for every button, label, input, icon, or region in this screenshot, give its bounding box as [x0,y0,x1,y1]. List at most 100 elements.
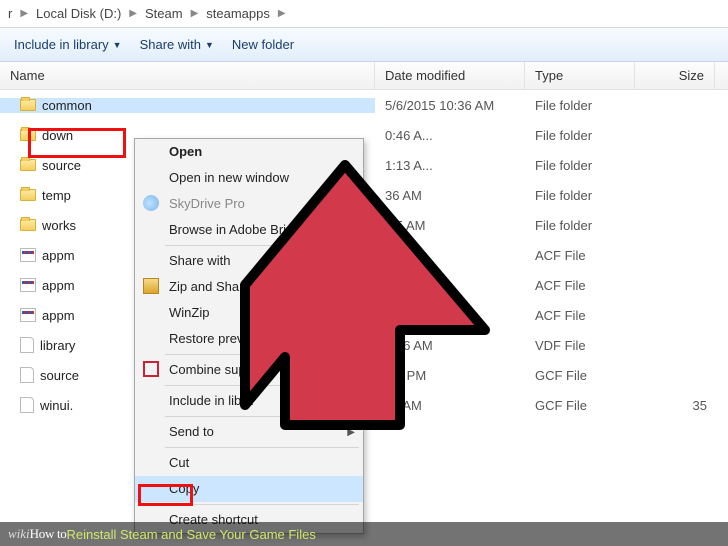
file-icon [20,367,34,383]
table-row[interactable]: works :45 AMFile folder [0,210,728,240]
file-date: 1:13 A... [375,158,525,173]
file-icon [20,397,34,413]
table-row[interactable]: down 0:46 A...File folder [0,120,728,150]
menu-item[interactable]: Cut [135,450,363,476]
menu-item[interactable]: Combine supporte [135,357,363,383]
file-type: File folder [525,128,635,143]
folder-icon [20,99,36,111]
file-date: 10:04 [375,248,525,263]
column-type[interactable]: Type [525,62,635,89]
file-type: ACF File [525,278,635,293]
menu-item[interactable]: SkyDrive Pro▶ [135,191,363,217]
file-date: 5/6/2015 10:36 AM [375,98,525,113]
column-date[interactable]: Date modified [375,62,525,89]
caret-down-icon: ▼ [113,40,122,50]
chevron-right-icon: ▶ [347,305,355,323]
file-name: down [42,128,73,143]
include-in-library-button[interactable]: Include in library▼ [14,37,122,52]
file-type: VDF File [525,338,635,353]
chevron-right-icon: ▶ [129,8,137,19]
breadcrumb-item[interactable]: Steam [143,4,185,23]
breadcrumb[interactable]: r ▶ Local Disk (D:) ▶ Steam ▶ steamapps … [0,0,728,28]
column-headers: Name Date modified Type Size [0,62,728,90]
file-name: appm [42,308,75,323]
file-name: source [42,158,81,173]
acf-icon [20,308,36,322]
caption-how: How to [30,526,67,542]
file-date: :45 AM [375,218,525,233]
toolbar: Include in library▼ Share with▼ New fold… [0,28,728,62]
file-type: File folder [525,98,635,113]
breadcrumb-item[interactable]: r [6,4,14,23]
file-date: 36 AM [375,398,525,413]
menu-item[interactable]: Zip and Share (WinZip Exp [135,274,363,300]
acf-icon [20,248,36,262]
table-row[interactable]: appm10:04ACF File [0,240,728,270]
folder-icon [20,219,36,231]
acf-icon [20,278,36,292]
file-name: appm [42,278,75,293]
share-with-button[interactable]: Share with▼ [140,37,214,52]
menu-item[interactable]: Copy [135,476,363,502]
combine-icon [143,361,159,377]
file-type: File folder [525,158,635,173]
chevron-right-icon: ▶ [278,8,286,19]
file-type: File folder [525,218,635,233]
chevron-right-icon: ▶ [347,253,355,271]
table-row[interactable]: appm ACF File [0,270,728,300]
chevron-right-icon: ▶ [20,8,28,19]
file-type: ACF File [525,308,635,323]
folder-icon [20,129,36,141]
skydrive-icon [143,195,159,211]
file-icon [20,337,34,353]
chevron-right-icon: ▶ [347,393,355,411]
breadcrumb-item[interactable]: steamapps [204,4,272,23]
caret-down-icon: ▼ [205,40,214,50]
table-row[interactable]: common 5/6/2015 10:36 AMFile folder [0,90,728,120]
menu-item[interactable]: Open [135,139,363,165]
file-size: 35 [635,398,715,413]
table-row[interactable]: source :43 PMGCF File [0,360,728,390]
file-type: File folder [525,188,635,203]
folder-icon [20,189,36,201]
file-name: source [40,368,79,383]
table-row[interactable]: temp36 AMFile folder [0,180,728,210]
column-size[interactable]: Size [635,62,715,89]
breadcrumb-item[interactable]: Local Disk (D:) [34,4,123,23]
column-name[interactable]: Name [0,62,375,89]
menu-item[interactable]: Send to▶ [135,419,363,445]
caption-title: Reinstall Steam and Save Your Game Files [67,527,316,542]
menu-item[interactable]: Browse in Adobe Bridge CS6 [135,217,363,243]
file-name: appm [42,248,75,263]
zip-icon [143,278,159,294]
menu-item[interactable]: Share with▶ [135,248,363,274]
context-menu[interactable]: OpenOpen in new windowSkyDrive Pro▶Brows… [134,138,364,534]
menu-item[interactable]: WinZip▶ [135,300,363,326]
new-folder-button[interactable]: New folder [232,37,294,52]
file-date: 36 AM [375,188,525,203]
menu-item[interactable]: Include in libra▶ [135,388,363,414]
chevron-right-icon: ▶ [191,8,199,19]
file-name: winui. [40,398,73,413]
file-list[interactable]: common5/6/2015 10:36 AMFile folderdown0:… [0,90,728,420]
table-row[interactable]: appm 32 AMACF File [0,300,728,330]
file-date: 32 AM [375,308,525,323]
file-name: library [40,338,75,353]
file-type: GCF File [525,398,635,413]
table-row[interactable]: library 0:46 AMVDF File [0,330,728,360]
table-row[interactable]: winui. 36 AMGCF File35 [0,390,728,420]
table-row[interactable]: source 1:13 A...File folder [0,150,728,180]
file-name: common [42,98,92,113]
file-name: works [42,218,76,233]
file-date: :43 PM [375,368,525,383]
folder-icon [20,159,36,171]
menu-item[interactable]: Restore previous versio [135,326,363,352]
caption-logo: wiki [8,526,30,542]
menu-item[interactable]: Open in new window [135,165,363,191]
chevron-right-icon: ▶ [347,424,355,442]
caption-bar: wiki How to Reinstall Steam and Save You… [0,522,728,546]
file-type: GCF File [525,368,635,383]
chevron-right-icon: ▶ [347,196,355,214]
file-date: 0:46 AM [375,338,525,353]
file-date: 0:46 A... [375,128,525,143]
